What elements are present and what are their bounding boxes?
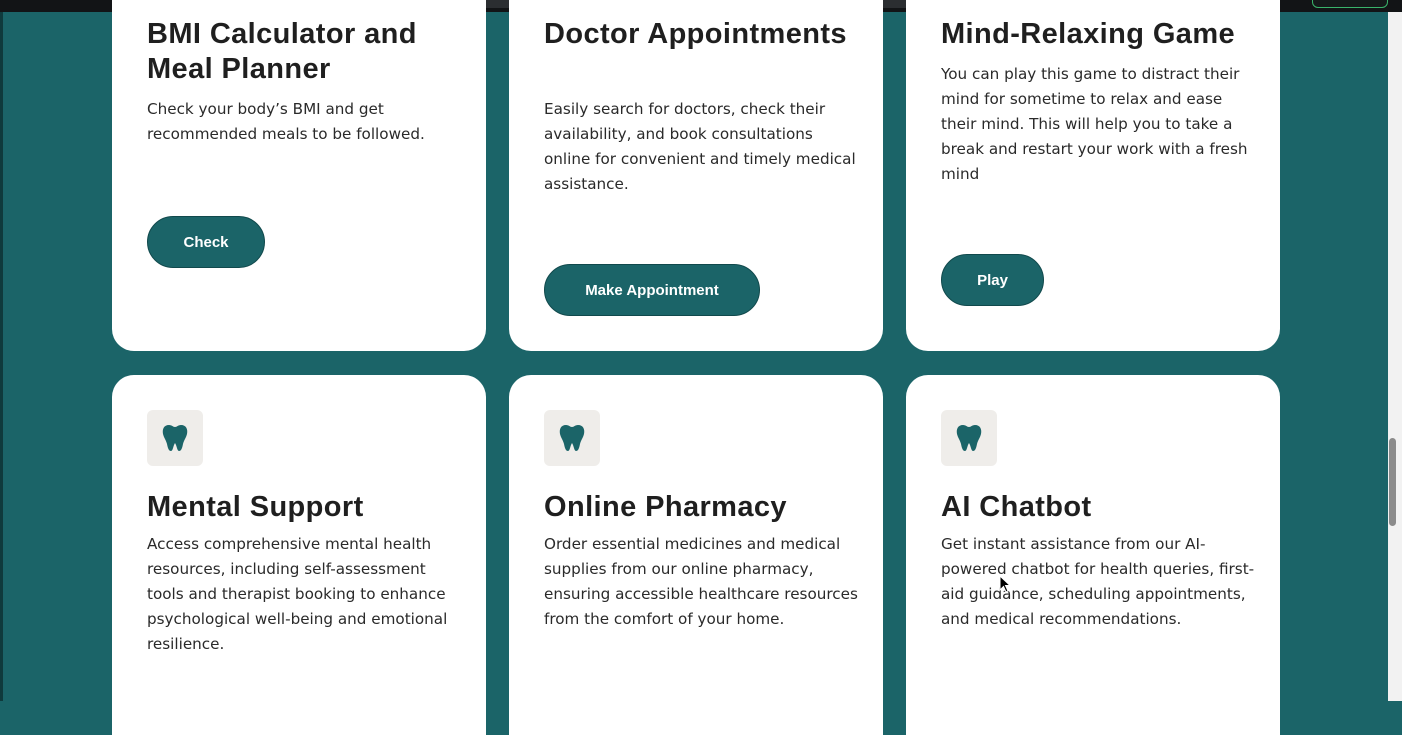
card-title: AI Chatbot — [941, 491, 1092, 523]
tooth-icon — [941, 410, 997, 466]
scrollbar-track[interactable] — [1388, 12, 1402, 701]
card-title: BMI Calculator and Meal Planner — [147, 18, 417, 85]
scrollbar-thumb[interactable] — [1389, 438, 1396, 526]
check-button[interactable]: Check — [147, 216, 265, 268]
card-ai-chatbot: AI Chatbot Get instant assistance from o… — [906, 375, 1280, 735]
card-title: Mind-Relaxing Game — [941, 18, 1236, 50]
browser-green-button[interactable] — [1312, 0, 1388, 8]
card-description: Check your body’s BMI and get recommende… — [147, 100, 425, 143]
card-doctor-appointments: Doctor Appointments Easily search for do… — [509, 0, 883, 351]
card-title: Doctor Appointments — [544, 18, 847, 50]
play-button[interactable]: Play — [941, 254, 1044, 306]
make-appointment-button[interactable]: Make Appointment — [544, 264, 760, 316]
card-description: Get instant assistance from our AI-power… — [941, 535, 1255, 628]
card-description: Access comprehensive mental health resou… — [147, 535, 448, 653]
card-title: Mental Support — [147, 491, 364, 523]
mouse-cursor-icon — [999, 575, 1011, 593]
tooth-icon — [147, 410, 203, 466]
card-description: Order essential medicines and medical su… — [544, 535, 858, 628]
card-description: You can play this game to distract their… — [941, 65, 1248, 183]
card-description: Easily search for doctors, check their a… — [544, 100, 856, 193]
tooth-icon — [544, 410, 600, 466]
card-mind-relaxing-game: Mind-Relaxing Game You can play this gam… — [906, 0, 1280, 351]
card-online-pharmacy: Online Pharmacy Order essential medicine… — [509, 375, 883, 735]
card-bmi-calculator: BMI Calculator and Meal Planner Check yo… — [112, 0, 486, 351]
card-title: Online Pharmacy — [544, 491, 787, 523]
card-mental-support: Mental Support Access comprehensive ment… — [112, 375, 486, 735]
left-edge — [0, 12, 3, 701]
